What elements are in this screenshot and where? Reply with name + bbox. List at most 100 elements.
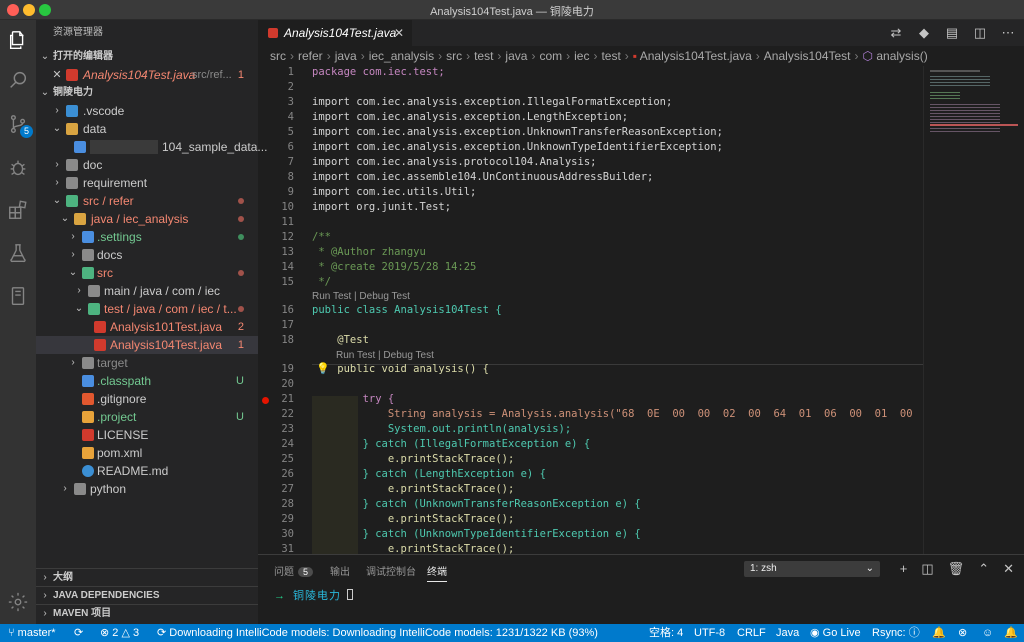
project-section[interactable]: ⌄ 铜陵电力 [36, 84, 258, 102]
breadcrumb-item[interactable]: java [505, 49, 527, 63]
problems-status[interactable]: ⊗ 2 △ 3 [100, 624, 139, 642]
tab-debug-console[interactable]: 调试控制台 [366, 563, 416, 578]
activity-bar: 5 [0, 20, 36, 624]
tree-item-doc[interactable]: › doc [36, 156, 258, 174]
java-dependencies-section[interactable]: › JAVA DEPENDENCIES [36, 586, 258, 604]
close-panel-icon[interactable]: ✕ [1003, 561, 1014, 577]
rsync-status[interactable]: Rsync: ⓘ [872, 624, 920, 642]
tree-item-python[interactable]: › python [36, 480, 258, 498]
compare-icon[interactable]: ⇄ [888, 25, 904, 41]
tree-item-readme[interactable]: README.md [36, 462, 258, 480]
eol-status[interactable]: CRLF [737, 624, 766, 642]
outline-section[interactable]: › 大纲 [36, 568, 258, 586]
tree-item-target[interactable]: › target [36, 354, 258, 372]
open-editors-section[interactable]: ⌄ 打开的编辑器 [36, 48, 258, 66]
extensions-icon[interactable] [6, 198, 30, 222]
notifications-icon[interactable]: 🔔 [1004, 624, 1018, 642]
lightbulb-icon[interactable]: 💡 [316, 362, 330, 375]
feedback-icon[interactable]: ☺ [982, 624, 993, 642]
tree-item-sample-data[interactable]: 104_sample_data... [36, 138, 267, 156]
breadcrumb-item[interactable]: test [601, 49, 620, 63]
split-terminal-icon[interactable]: ◫ [921, 561, 933, 577]
source-control-icon[interactable]: 5 [6, 112, 33, 138]
tree-item-pom[interactable]: pom.xml [36, 444, 258, 462]
tree-item-vscode[interactable]: › .vscode [36, 102, 258, 120]
maven-section[interactable]: › MAVEN 项目 [36, 604, 258, 622]
tab-output[interactable]: 输出 [330, 563, 350, 578]
maximize-panel-icon[interactable]: ⌃ [978, 561, 989, 577]
tab-analysis104test[interactable]: Analysis104Test.java ✕ [258, 20, 412, 46]
add-terminal-icon[interactable]: + [900, 561, 908, 577]
go-live-label: Go Live [822, 627, 861, 639]
line-number: 12 [281, 231, 294, 243]
breadcrumb-item[interactable]: Analysis104Test [764, 49, 851, 63]
terminal-prompt[interactable]: → 铜陵电力 [274, 587, 353, 603]
encoding-status[interactable]: UTF-8 [694, 624, 725, 642]
close-icon[interactable]: ✕ [394, 20, 404, 46]
tree-item-test[interactable]: ⌄ test / java / com / iec / t... [36, 300, 258, 318]
tree-item-src[interactable]: ⌄ src [36, 264, 258, 282]
remote-explorer-icon[interactable] [6, 284, 30, 308]
tree-item-analysis101test[interactable]: Analysis101Test.java 2 [36, 318, 258, 336]
breadcrumb-item[interactable]: src [270, 49, 286, 63]
error-indicator-icon[interactable]: ⊗ [958, 624, 967, 642]
tree-item-project[interactable]: .project U [36, 408, 258, 426]
search-icon[interactable] [6, 68, 30, 92]
breadcrumb-item[interactable]: iec_analysis [369, 49, 434, 63]
tree-item-classpath[interactable]: .classpath U [36, 372, 258, 390]
breadcrumb-item[interactable]: com [539, 49, 562, 63]
branch-status[interactable]: ⑂ master* [8, 624, 56, 642]
tree-label: Analysis104Test.java [110, 338, 223, 352]
tree-item-settings[interactable]: › .settings [36, 228, 258, 246]
folder-open-icon [66, 123, 78, 135]
explorer-icon[interactable] [6, 28, 30, 52]
tree-item-license[interactable]: LICENSE [36, 426, 258, 444]
tree-item-requirement[interactable]: › requirement [36, 174, 258, 192]
code-lens-run-debug[interactable]: Run Test | Debug Test [336, 350, 434, 361]
terminal-select[interactable]: 1: zsh ⌄ [744, 561, 880, 577]
breadcrumb-item[interactable]: analysis() [876, 49, 927, 63]
title-bar: Analysis104Test.java — 铜陵电力 [0, 0, 1024, 20]
indentation-status[interactable]: 空格: 4 [649, 624, 683, 642]
breadcrumb-item[interactable]: iec [574, 49, 589, 63]
tree-item-data[interactable]: ⌄ data [36, 120, 258, 138]
breadcrumb-item[interactable]: test [474, 49, 493, 63]
git-icon[interactable]: ◆ [916, 25, 932, 41]
code-editor[interactable]: 1 package com.iec.test; 2 3 import com.iec… [258, 66, 923, 554]
tab-terminal[interactable]: 终端 [427, 563, 447, 582]
open-editor-item[interactable]: ✕ Analysis104Test.java src/ref... 1 [36, 66, 258, 84]
tab-problems[interactable]: 问题 5 [274, 563, 314, 578]
debug-icon[interactable] [6, 156, 30, 180]
language-status[interactable]: Java [776, 624, 799, 642]
sync-icon[interactable]: ⟳ [74, 624, 83, 642]
tree-item-docs[interactable]: › docs [36, 246, 258, 264]
minimap[interactable] [923, 66, 1024, 554]
folder-icon [66, 105, 78, 117]
tree-item-java-iec-analysis[interactable]: ⌄ java / iec_analysis [36, 210, 258, 228]
breadcrumb-item[interactable]: Analysis104Test.java [640, 49, 752, 63]
go-live-button[interactable]: ◉ Go Live [810, 624, 861, 642]
breadcrumb-item[interactable]: java [335, 49, 357, 63]
tree-item-main[interactable]: › main / java / com / iec [36, 282, 258, 300]
folder-open-icon [82, 267, 94, 279]
tree-item-src-refer[interactable]: ⌄ src / refer [36, 192, 258, 210]
bell-icon[interactable]: 🔔 [932, 624, 946, 642]
tree-item-analysis104test[interactable]: Analysis104Test.java 1 [36, 336, 258, 354]
minimap-block [930, 76, 990, 88]
download-status: ⟳ Downloading IntelliCode models: Downlo… [157, 624, 598, 642]
code-line: } catch (LengthException e) { [312, 468, 546, 480]
breadcrumb-item[interactable]: refer [298, 49, 323, 63]
tree-item-gitignore[interactable]: .gitignore [36, 390, 258, 408]
folder-icon [82, 357, 94, 369]
close-icon[interactable]: ✕ [52, 66, 62, 84]
trash-icon[interactable]: 🗑 [948, 561, 965, 577]
tree-label: docs [97, 248, 123, 262]
preview-icon[interactable]: ▤ [944, 25, 960, 41]
settings-gear-icon[interactable] [6, 590, 30, 614]
chevron-right-icon: › [55, 177, 59, 188]
testing-flask-icon[interactable] [6, 241, 30, 265]
code-lens-run-debug[interactable]: Run Test | Debug Test [312, 291, 410, 302]
more-actions-icon[interactable]: ⋯ [1000, 25, 1016, 41]
breadcrumb-item[interactable]: src [446, 49, 462, 63]
split-editor-icon[interactable]: ◫ [972, 25, 988, 41]
